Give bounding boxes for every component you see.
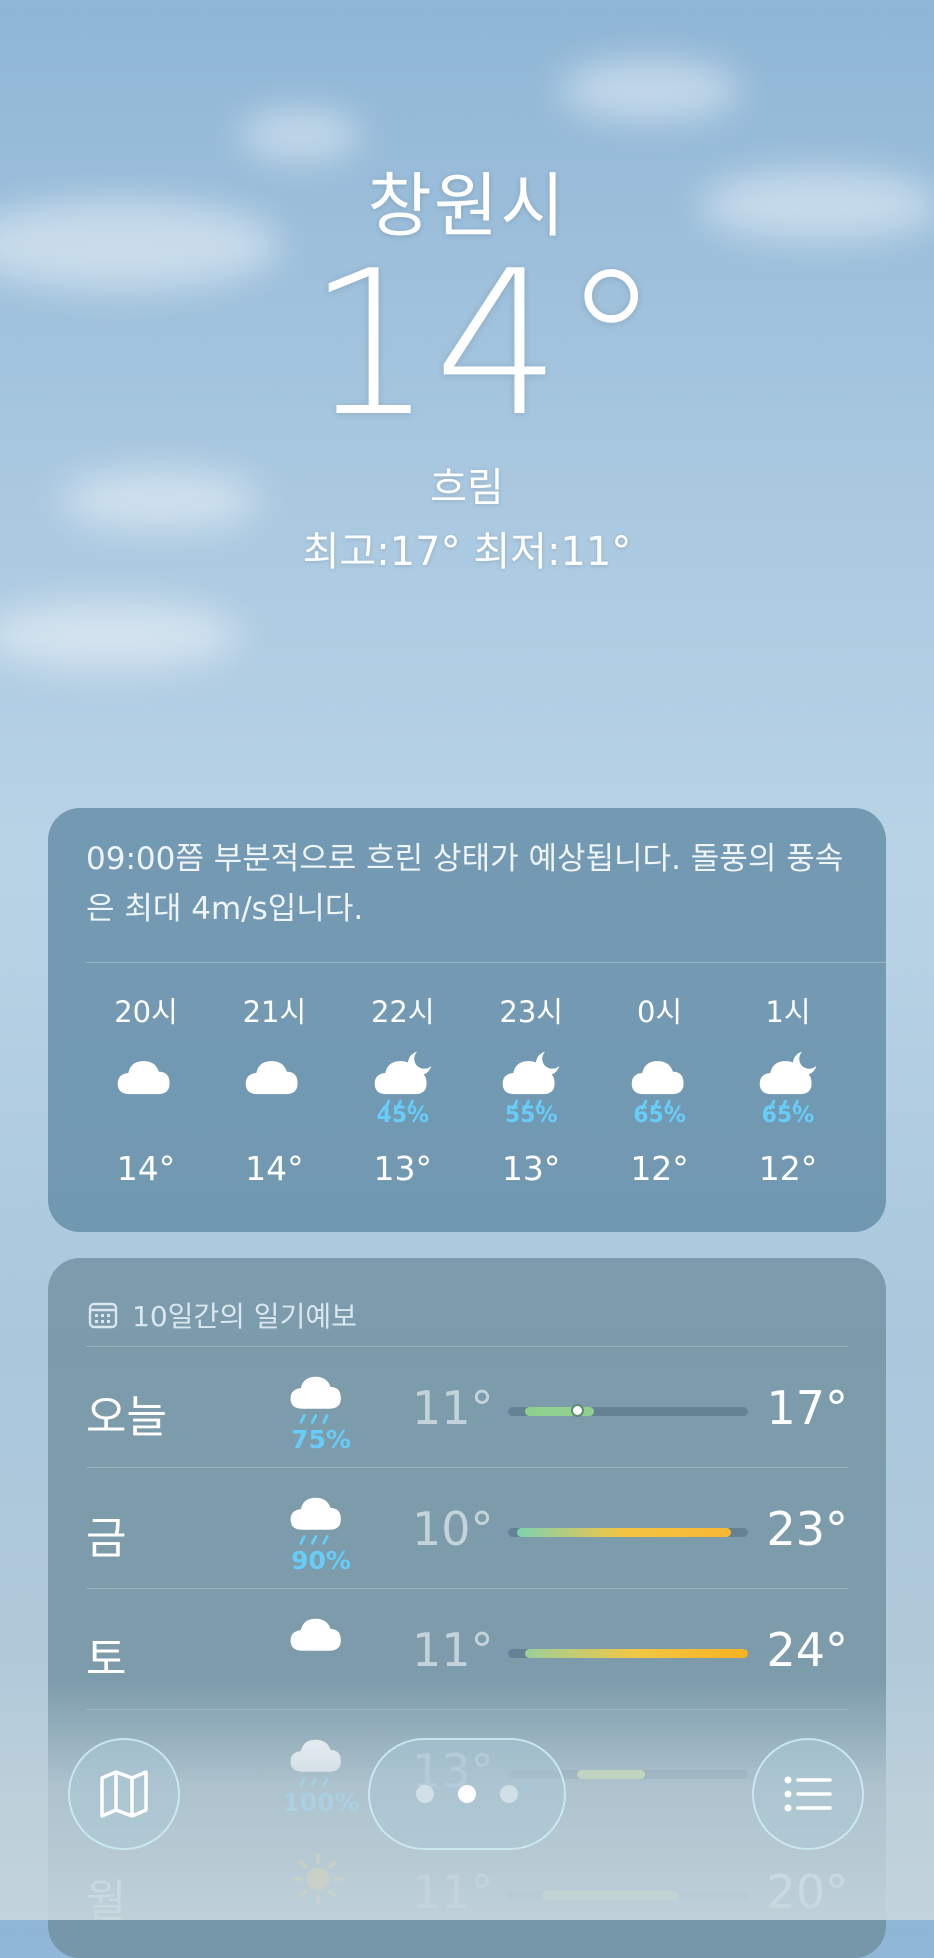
hour-precip-chance: 55%: [504, 1103, 558, 1128]
temp-range-bar: [525, 1649, 748, 1658]
hour-weather-icon: [86, 1047, 206, 1125]
temp-range-bar: [516, 1528, 731, 1537]
day-row[interactable]: 오늘 75% 11° 17°: [86, 1346, 848, 1467]
cloud-icon: [286, 1618, 350, 1673]
hour-weather-icon: 65%: [728, 1047, 848, 1128]
list-icon: [784, 1776, 832, 1812]
hour-weather-icon: 65%: [600, 1047, 720, 1128]
hour-temperature: 14°: [245, 1149, 304, 1188]
map-button[interactable]: [68, 1738, 180, 1850]
map-icon: [100, 1770, 148, 1818]
hour-item: 21시 14°: [214, 963, 334, 1188]
hour-item: 1시 65% 12°: [728, 963, 848, 1188]
temp-range-track: [508, 1649, 748, 1658]
page-dot[interactable]: [500, 1785, 518, 1803]
day-name: 오늘: [86, 1392, 167, 1443]
current-temp-marker: [570, 1404, 584, 1417]
temp-range-track: [508, 1528, 748, 1537]
current-weather: 창원시 14° 흐림 최고:17° 최저:11°: [0, 150, 934, 577]
calendar-icon: [88, 1302, 118, 1329]
hour-weather-icon: [214, 1047, 334, 1125]
day-low: 11°: [412, 1381, 494, 1435]
weather-condition: 흐림: [430, 465, 504, 511]
hour-temperature: 12°: [630, 1149, 689, 1188]
hour-precip-chance: 65%: [761, 1103, 815, 1128]
hour-weather-icon: 45%: [343, 1047, 463, 1128]
hour-item: 0시 65% 12°: [600, 963, 720, 1188]
temp-range-track: [508, 1404, 748, 1417]
day-row[interactable]: 금 90% 10° 23°: [86, 1467, 848, 1588]
hour-weather-icon: 55%: [471, 1047, 591, 1128]
day-name: 토: [86, 1634, 127, 1685]
high-low-temperature: 최고:17° 최저:11°: [302, 529, 632, 575]
city-list-button[interactable]: [752, 1738, 864, 1850]
day-weather-icon: [286, 1484, 350, 1554]
hour-time: 22시: [370, 995, 435, 1029]
daily-forecast-header: 10일간의 일기예보: [48, 1258, 886, 1346]
hour-time: 1시: [765, 995, 811, 1029]
sky-cloud: [560, 60, 740, 120]
hour-temperature: 13°: [373, 1149, 433, 1188]
hour-precip-chance: 65%: [633, 1103, 686, 1128]
day-precip-chance: 75%: [291, 1425, 351, 1454]
day-high: 17°: [766, 1381, 848, 1435]
forecast-summary: 09:00쯤 부분적으로 흐린 상태가 예상됩니다. 돌풍의 풍속은 최대 4m…: [86, 841, 844, 927]
hour-temperature: 12°: [758, 1149, 818, 1188]
hourly-list[interactable]: 20시 14° 21시 14° 22시 45% 13° 23시 55% 13° 0시 65% 12° 1시…: [48, 963, 886, 1188]
day-name: 금: [86, 1513, 127, 1564]
cloud-icon: [241, 1061, 307, 1117]
day-weather-icon: [286, 1363, 350, 1433]
hourly-forecast-card[interactable]: 09:00쯤 부분적으로 흐린 상태가 예상됩니다. 돌풍의 풍속은 최대 4m…: [48, 808, 886, 1232]
hour-time: 23시: [499, 995, 563, 1029]
page-dot[interactable]: [458, 1785, 476, 1803]
sky-cloud: [0, 600, 240, 670]
hour-precip-chance: 45%: [376, 1103, 430, 1128]
day-low: 10°: [412, 1502, 494, 1556]
current-temperature: 14°: [306, 228, 662, 461]
hour-time: 21시: [242, 995, 307, 1029]
day-weather-icon: [286, 1605, 350, 1675]
cloud-icon: [113, 1061, 179, 1117]
daily-forecast-title: 10일간의 일기예보: [132, 1300, 357, 1333]
hour-temperature: 13°: [501, 1149, 561, 1188]
day-precip-chance: 90%: [291, 1546, 351, 1575]
hour-item: 20시 14°: [86, 963, 206, 1188]
hour-temperature: 14°: [116, 1149, 176, 1188]
page-dot[interactable]: [416, 1785, 434, 1803]
hour-time: 0시: [636, 995, 683, 1029]
hour-item: 22시 45% 13°: [343, 963, 463, 1188]
day-high: 23°: [766, 1502, 848, 1556]
page-indicator[interactable]: [368, 1738, 566, 1850]
hour-item: 23시 55% 13°: [471, 963, 591, 1188]
day-high: 24°: [766, 1623, 848, 1677]
hour-time: 20시: [114, 995, 178, 1029]
day-low: 11°: [412, 1623, 494, 1677]
